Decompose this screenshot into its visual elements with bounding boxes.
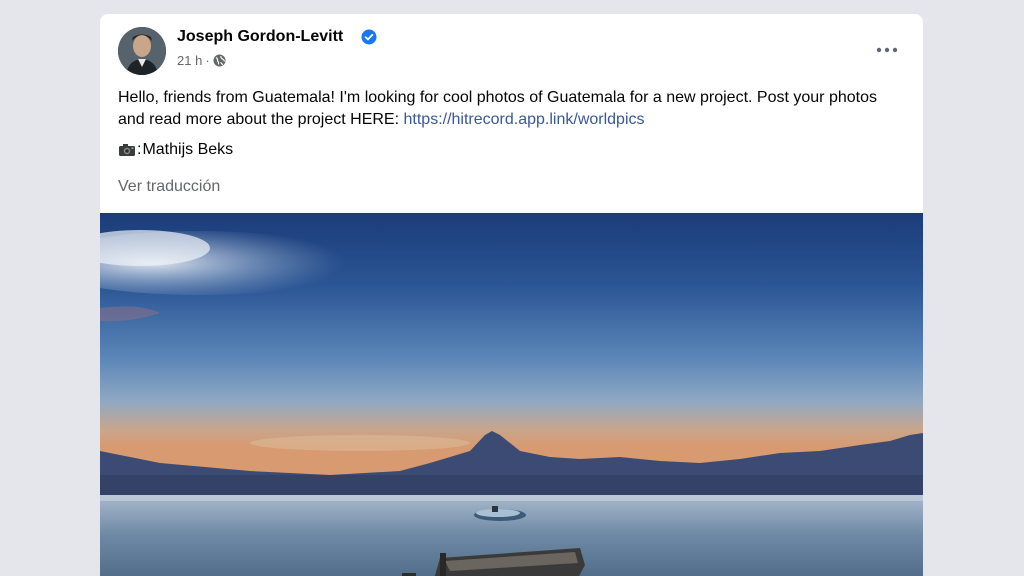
project-link[interactable]: https://hitrecord.app.link/worldpics [404,111,645,128]
author-avatar[interactable] [118,27,166,75]
avatar-image [118,27,166,75]
post-photo[interactable] [100,213,923,576]
post-card: Joseph Gordon-Levitt 21 h · Hello, frien… [100,14,923,576]
post-timestamp[interactable]: 21 h [177,53,202,68]
photo-credit: : Mathijs Beks [118,141,233,159]
more-options-icon [876,47,898,53]
see-translation-link[interactable]: Ver traducción [118,178,220,196]
meta-separator: · [205,53,210,68]
verified-badge-icon [361,29,377,45]
credit-name: Mathijs Beks [142,141,234,158]
lake-volcano-photo [100,213,923,576]
author-name[interactable]: Joseph Gordon-Levitt [177,28,343,46]
camera-icon [118,143,136,157]
more-options-button[interactable] [869,36,905,64]
credit-separator: : [137,141,142,158]
feed-background: Joseph Gordon-Levitt 21 h · Hello, frien… [0,0,1024,576]
post-meta: 21 h · [177,53,226,68]
post-header: Joseph Gordon-Levitt 21 h · [100,14,923,84]
globe-icon[interactable] [213,54,226,67]
post-message: Hello, friends from Guatemala! I'm looki… [118,87,908,131]
